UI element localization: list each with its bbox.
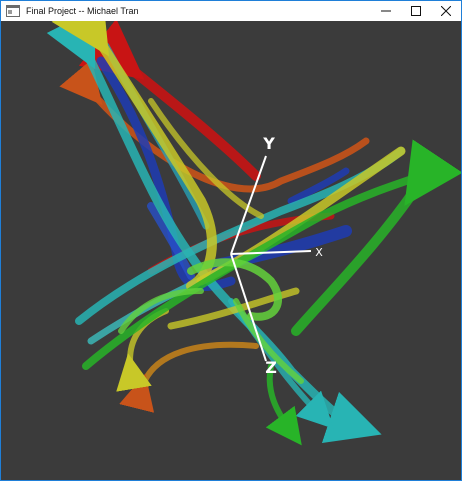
ribbon-cyan: [75, 147, 405, 325]
render-viewport[interactable]: Y X Z: [1, 21, 461, 480]
minimize-button[interactable]: [371, 1, 401, 21]
z-axis-label: Z: [265, 358, 277, 377]
maximize-button[interactable]: [401, 1, 431, 21]
close-icon: [441, 6, 451, 16]
minimize-icon: [381, 10, 391, 12]
y-axis-label: Y: [262, 134, 275, 153]
window-title: Final Project -- Michael Tran: [26, 6, 139, 16]
maximize-icon: [411, 6, 421, 16]
app-window: Final Project -- Michael Tran Y X Z: [0, 0, 462, 481]
ribbon-orange: [119, 341, 259, 413]
close-button[interactable]: [431, 1, 461, 21]
app-window-icon: [6, 5, 20, 17]
streamline-scene[interactable]: Y X Z: [1, 21, 461, 480]
x-axis-label: X: [315, 246, 323, 259]
title-bar[interactable]: Final Project -- Michael Tran: [1, 1, 461, 21]
window-controls: [371, 1, 461, 21]
streamline-ribbons: [46, 21, 461, 446]
